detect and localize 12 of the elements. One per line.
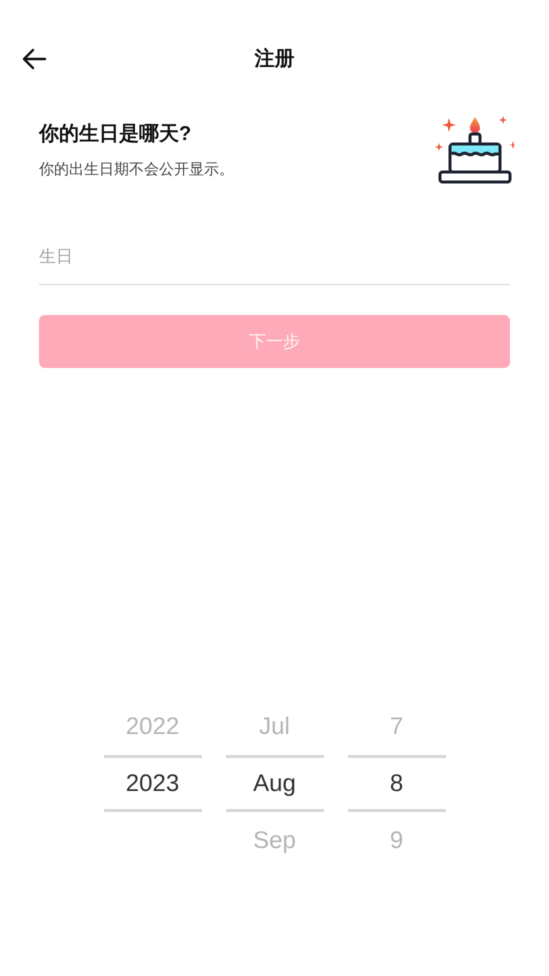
picker-option[interactable]: Aug xyxy=(253,766,296,802)
picker-option[interactable]: 9 xyxy=(390,822,404,858)
picker-option[interactable]: 2023 xyxy=(126,766,180,802)
picker-option[interactable]: 2022 xyxy=(126,708,180,744)
page-title: 注册 xyxy=(254,46,294,72)
question-heading: 你的生日是哪天? xyxy=(39,122,192,147)
picker-option[interactable]: Jul xyxy=(259,708,290,744)
birthday-field[interactable]: 生日 xyxy=(39,230,510,285)
picker-option[interactable]: 7 xyxy=(390,708,404,744)
picker-option[interactable]: 8 xyxy=(390,766,404,802)
privacy-note: 你的出生日期不会公开显示。 xyxy=(39,160,234,180)
picker-option[interactable]: Sep xyxy=(253,822,296,858)
